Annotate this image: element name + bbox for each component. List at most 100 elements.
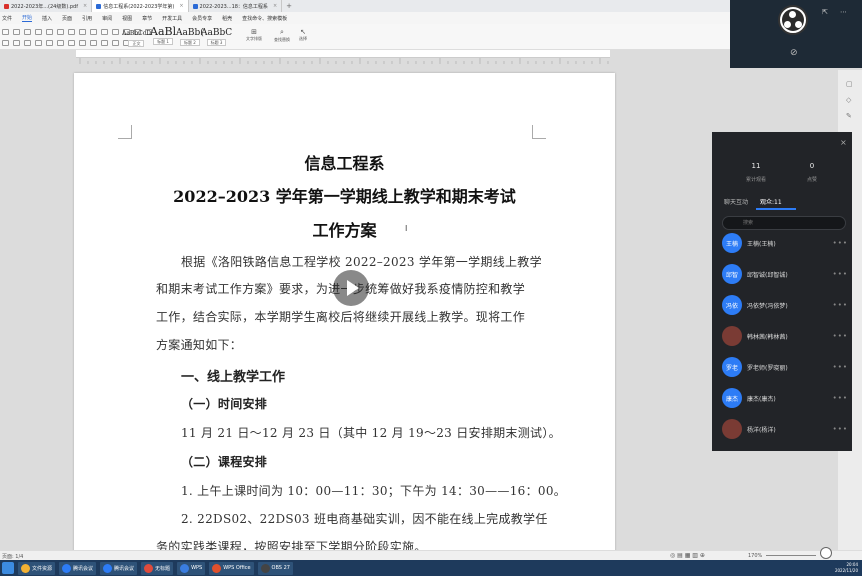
text-layout-button[interactable]: ⊞ 文字排版 — [240, 28, 268, 42]
close-tab-icon[interactable]: × — [273, 3, 277, 9]
zoom-slider[interactable] — [766, 555, 816, 556]
more-icon[interactable]: ⋯ — [840, 8, 847, 16]
menu-item[interactable]: 查找命令、搜索模板 — [242, 15, 287, 22]
menu-item[interactable]: 章节 — [142, 15, 152, 22]
document-tab[interactable]: 2022-2023...18：信息工程系 × — [189, 0, 283, 12]
member-name: 王楠(王楠) — [747, 240, 776, 248]
horizontal-ruler[interactable] — [76, 50, 610, 64]
style-heading-3[interactable]: AaBbC 标题 3 — [201, 27, 232, 46]
line-spacing-icon[interactable] — [79, 40, 86, 46]
document-tab[interactable]: 2022-2023年...(24级数).pdf × — [0, 0, 93, 12]
superscript-icon[interactable] — [13, 40, 20, 46]
menu-item[interactable]: 审阅 — [102, 15, 112, 22]
tab-chat[interactable]: 聊天互动 — [724, 197, 748, 206]
zoom-handle[interactable] — [820, 547, 832, 559]
numbered-list-icon[interactable] — [101, 29, 108, 35]
audience-member-row[interactable]: 王楠 王楠(王楠) ••• — [722, 232, 848, 254]
tab-label: 2022-2023...18：信息工程系 — [199, 3, 268, 10]
underline-icon[interactable] — [46, 29, 53, 35]
close-tab-icon[interactable]: × — [83, 3, 87, 9]
audience-search-input[interactable]: 搜索 — [722, 216, 846, 230]
find-replace-button[interactable]: ⌕ 查找替换 — [268, 28, 296, 43]
audience-member-row[interactable]: 罗老 罗老师(罗晓丽) ••• — [722, 356, 848, 378]
document-tab[interactable]: 信息工程系(2022-2023学年第) × — [92, 0, 189, 12]
subscript-icon[interactable] — [24, 40, 31, 46]
align-center-icon[interactable] — [46, 40, 53, 46]
close-icon[interactable]: × — [840, 138, 847, 147]
more-options-icon[interactable]: ••• — [833, 239, 848, 247]
paste-icon[interactable] — [2, 29, 9, 35]
clear-format-icon[interactable] — [112, 40, 119, 46]
view-icons[interactable]: ◎ ▤ ▦ ▥ ⊕ — [670, 552, 705, 559]
taskbar-app[interactable]: WPS — [177, 561, 206, 575]
menu-item[interactable]: 引用 — [82, 15, 92, 22]
tab-label: 信息工程系(2022-2023学年第) — [103, 3, 175, 10]
more-options-icon[interactable]: ••• — [833, 394, 848, 402]
align-right-icon[interactable] — [57, 40, 64, 46]
tab-underline — [756, 208, 796, 210]
menu-item[interactable]: 文件 — [2, 15, 12, 22]
menu-item[interactable]: 视图 — [122, 15, 132, 22]
taskbar-app[interactable]: 腾讯会议 — [59, 561, 97, 575]
menu-item[interactable]: 稻壳 — [222, 15, 232, 22]
taskbar-app-label: WPS — [191, 565, 203, 571]
menu-item[interactable]: 开始 — [22, 14, 33, 22]
taskbar-app-label: 腾讯会议 — [114, 565, 135, 572]
stat-label: 累计观看 — [745, 177, 766, 183]
tool-icon[interactable]: ▢ — [846, 80, 853, 88]
tool-icon[interactable]: ◇ — [846, 96, 851, 104]
more-options-icon[interactable]: ••• — [833, 363, 848, 371]
audience-member-row[interactable]: 韩林茜(韩林茜) ••• — [722, 325, 848, 347]
style-normal[interactable]: AaBbCcD 正文 — [122, 28, 151, 47]
align-left-icon[interactable] — [35, 40, 42, 46]
audience-member-row[interactable]: 冯依 冯依梦(冯依梦) ••• — [722, 294, 848, 316]
format-painter-icon[interactable] — [2, 40, 9, 46]
more-options-icon[interactable]: ••• — [833, 425, 848, 433]
app-icon — [21, 563, 30, 573]
menu-item[interactable]: 会员专享 — [192, 15, 212, 22]
document-page[interactable]: 信息工程系 2022–2023 学年第一学期线上教学和期末考试 工作方案 I 根… — [74, 73, 615, 554]
style-heading-1[interactable]: AaBl 标题 1 — [150, 26, 176, 45]
menu-item[interactable]: 插入 — [42, 15, 52, 22]
shading-icon[interactable] — [90, 40, 97, 46]
taskbar-app[interactable]: 腾讯会议 — [100, 561, 138, 575]
menu-item[interactable]: 开发工具 — [162, 15, 182, 22]
strikethrough-icon[interactable] — [57, 29, 64, 35]
bullet-list-icon[interactable] — [90, 29, 97, 35]
bold-icon[interactable] — [24, 29, 31, 35]
audience-member-row[interactable]: 邱智 邱智铖(邱智铖) ••• — [722, 263, 848, 285]
style-heading-2[interactable]: AaBb( 标题 2 — [176, 27, 204, 46]
new-tab-icon[interactable]: + — [282, 2, 296, 10]
tool-icon[interactable]: ✎ — [846, 112, 852, 120]
taskbar-app[interactable]: OBS 27 — [257, 561, 293, 575]
member-name: 韩林茜(韩林茜) — [747, 333, 788, 341]
start-menu-icon[interactable] — [2, 562, 14, 574]
audience-member-row[interactable]: 杨洋(杨洋) ••• — [722, 418, 848, 440]
search-placeholder: 搜索 — [743, 220, 754, 226]
taskbar-app[interactable]: WPS Office — [209, 561, 254, 575]
border-icon[interactable] — [101, 40, 108, 46]
avatar: 王楠 — [722, 233, 742, 253]
app-icon — [180, 563, 190, 573]
more-options-icon[interactable]: ••• — [833, 332, 848, 340]
style-sample-text: AaBbCcD — [122, 30, 151, 37]
more-options-icon[interactable]: ••• — [833, 270, 848, 278]
share-icon[interactable]: ⇱ — [822, 8, 828, 16]
italic-icon[interactable] — [35, 29, 42, 35]
taskbar-app[interactable]: 文件资源 — [18, 561, 56, 575]
close-tab-icon[interactable]: × — [179, 3, 183, 9]
highlight-icon[interactable] — [79, 29, 86, 35]
more-options-icon[interactable]: ••• — [833, 301, 848, 309]
taskbar-app[interactable]: 无标题 — [141, 561, 174, 575]
font-color-icon[interactable] — [68, 29, 75, 35]
body-line: 2. 22DS02、22DS03 班电商基础实训，因不能在线上完成教学任 — [181, 512, 548, 526]
indent-icon[interactable] — [112, 29, 119, 35]
audience-member-row[interactable]: 康杰 康杰(康杰) ••• — [722, 387, 848, 409]
menu-item[interactable]: 页面 — [62, 15, 72, 22]
avatar: 冯依 — [722, 295, 742, 315]
select-button[interactable]: ↖ 选择 — [294, 28, 312, 42]
cut-icon[interactable] — [13, 29, 20, 35]
tab-audience[interactable]: 观众:11 — [760, 197, 782, 206]
justify-icon[interactable] — [68, 40, 75, 46]
play-button[interactable] — [333, 270, 369, 306]
